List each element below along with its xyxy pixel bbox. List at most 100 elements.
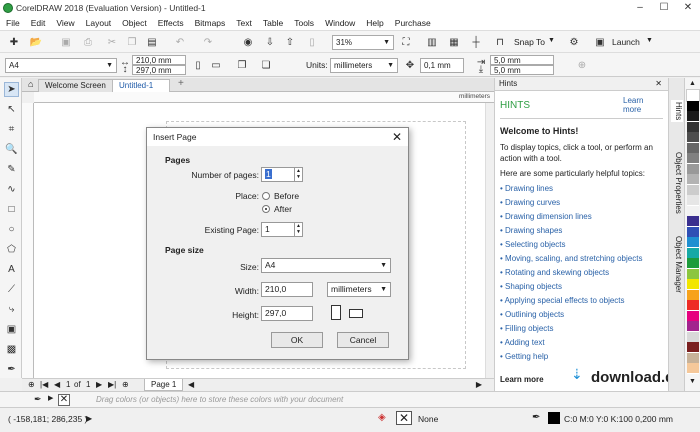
- snap-to-button[interactable]: Snap To: [514, 37, 545, 47]
- current-page-icon[interactable]: ❏: [258, 57, 274, 73]
- existing-page-spinner-icon[interactable]: ▲ ▼: [294, 222, 303, 237]
- number-of-pages-spinner-icon[interactable]: ▲ ▼: [294, 167, 303, 182]
- color-swatch[interactable]: [687, 279, 699, 290]
- horizontal-ruler[interactable]: millimeters: [34, 92, 494, 103]
- docker-close-icon[interactable]: ✕: [655, 79, 662, 88]
- hint-topic-link[interactable]: • Getting help: [500, 352, 548, 361]
- menu-effects[interactable]: Effects: [158, 18, 184, 28]
- number-of-pages-input[interactable]: 1: [261, 167, 295, 182]
- color-swatch[interactable]: [687, 247, 699, 259]
- landscape-orientation-icon[interactable]: [349, 309, 363, 318]
- menu-layout[interactable]: Layout: [86, 18, 112, 28]
- publish-pdf-icon[interactable]: ▯: [304, 34, 320, 50]
- height-input[interactable]: 297,0: [261, 306, 313, 321]
- menu-purchase[interactable]: Purchase: [395, 18, 431, 28]
- connector-tool-icon[interactable]: ⤷: [4, 302, 19, 317]
- crop-tool-icon[interactable]: ⌗: [4, 122, 19, 137]
- color-swatch[interactable]: [687, 132, 699, 143]
- hint-topic-link[interactable]: • Drawing dimension lines: [500, 212, 592, 221]
- zoom-level-select[interactable]: 31% ▼: [332, 35, 394, 50]
- artistic-media-tool-icon[interactable]: ∿: [4, 182, 19, 197]
- print-icon[interactable]: ⎙: [80, 34, 96, 50]
- color-swatch[interactable]: [687, 310, 699, 322]
- shape-tool-icon[interactable]: ↖: [4, 102, 19, 117]
- menu-file[interactable]: File: [6, 18, 20, 28]
- last-page-icon[interactable]: ▶|: [108, 380, 116, 389]
- open-folder-icon[interactable]: 📂: [28, 34, 44, 50]
- menu-help[interactable]: Help: [366, 18, 383, 28]
- page-size-select[interactable]: A4 ▼: [5, 58, 117, 73]
- color-swatch[interactable]: [687, 174, 699, 185]
- search-content-icon[interactable]: ◉: [240, 34, 256, 50]
- parallel-dimension-tool-icon[interactable]: ⟋: [4, 282, 19, 297]
- color-swatch[interactable]: [687, 352, 699, 364]
- color-swatch[interactable]: [687, 258, 699, 269]
- portrait-orientation-icon[interactable]: [331, 305, 341, 320]
- color-swatch[interactable]: [687, 363, 699, 374]
- add-page-after-icon[interactable]: ⊕: [122, 380, 129, 389]
- learn-more-top-link[interactable]: Learn more: [623, 96, 653, 114]
- vertical-ruler[interactable]: [22, 103, 34, 378]
- previous-page-icon[interactable]: ◀: [54, 380, 60, 389]
- color-swatch[interactable]: [687, 163, 699, 175]
- launch-chevron-icon[interactable]: ▼: [646, 37, 653, 44]
- launch-button[interactable]: Launch: [612, 37, 640, 47]
- hint-topic-link[interactable]: • Drawing shapes: [500, 226, 562, 235]
- import-icon[interactable]: ⇩: [262, 34, 278, 50]
- menu-tools[interactable]: Tools: [294, 18, 314, 28]
- eyedropper-tool-icon[interactable]: ✒: [4, 362, 19, 377]
- hint-topic-link[interactable]: • Adding text: [500, 338, 545, 347]
- color-swatch[interactable]: [687, 268, 699, 280]
- hint-topic-link[interactable]: • Shaping objects: [500, 282, 562, 291]
- snap-to-chevron-icon[interactable]: ▼: [548, 37, 555, 44]
- pick-tool-icon[interactable]: ➤: [4, 82, 19, 97]
- learn-more-link[interactable]: Learn more: [500, 375, 544, 384]
- hint-topic-link[interactable]: • Outlining objects: [500, 310, 564, 319]
- palette-scroll-down-icon[interactable]: ▼: [689, 378, 696, 385]
- size-select[interactable]: A4 ▼: [261, 258, 391, 273]
- add-page-before-icon[interactable]: ⊕: [28, 380, 35, 389]
- page-width-field[interactable]: 210,0 mm: [132, 55, 186, 65]
- width-input[interactable]: 210,0: [261, 282, 313, 297]
- color-swatch[interactable]: [687, 216, 699, 227]
- scroll-right-icon[interactable]: ▶: [476, 380, 482, 389]
- wireframe-view-icon[interactable]: ▥: [424, 34, 440, 50]
- palette-menu-icon[interactable]: ▶: [48, 394, 53, 402]
- color-swatch[interactable]: [687, 331, 699, 343]
- color-swatch[interactable]: [687, 100, 699, 112]
- dialog-close-icon[interactable]: ✕: [392, 130, 402, 144]
- new-document-icon[interactable]: ✚: [6, 34, 22, 50]
- tab-object-manager[interactable]: Object Manager: [671, 236, 683, 293]
- rulers-icon[interactable]: ▦: [446, 34, 462, 50]
- tab-welcome-screen[interactable]: Welcome Screen: [38, 79, 113, 92]
- hint-topic-link[interactable]: • Applying special effects to objects: [500, 296, 625, 305]
- paste-icon[interactable]: ▤: [144, 34, 160, 50]
- no-color-icon[interactable]: ✕: [58, 394, 70, 406]
- outline-pen-icon[interactable]: ✒: [532, 412, 540, 423]
- color-swatch[interactable]: [687, 121, 699, 133]
- menu-table[interactable]: Table: [263, 18, 283, 28]
- copy-icon[interactable]: ❐: [124, 34, 140, 50]
- menu-edit[interactable]: Edit: [31, 18, 46, 28]
- tab-object-properties[interactable]: Object Properties: [671, 152, 683, 214]
- duplicate-y-field[interactable]: 5,0 mm: [490, 65, 554, 75]
- color-swatch[interactable]: [687, 205, 699, 217]
- redo-icon[interactable]: ↷: [200, 34, 216, 50]
- color-swatch[interactable]: [687, 153, 699, 164]
- portrait-icon[interactable]: ▯: [190, 57, 206, 73]
- polygon-tool-icon[interactable]: ⬠: [4, 242, 19, 257]
- color-swatch[interactable]: [687, 289, 699, 301]
- units-dialog-select[interactable]: millimeters ▼: [327, 282, 391, 297]
- duplicate-x-field[interactable]: 5,0 mm: [490, 55, 554, 65]
- tab-untitled-1[interactable]: Untitled-1: [112, 79, 170, 92]
- maximize-button[interactable]: ☐: [652, 0, 676, 16]
- add-tab-button[interactable]: +: [178, 78, 184, 89]
- menu-text[interactable]: Text: [236, 18, 252, 28]
- menu-object[interactable]: Object: [122, 18, 147, 28]
- color-swatch[interactable]: [687, 111, 699, 122]
- freehand-tool-icon[interactable]: ✎: [4, 162, 19, 177]
- color-swatch[interactable]: [687, 237, 699, 248]
- before-radio[interactable]: [262, 192, 270, 200]
- export-icon[interactable]: ⇧: [282, 34, 298, 50]
- color-swatch[interactable]: [687, 321, 699, 332]
